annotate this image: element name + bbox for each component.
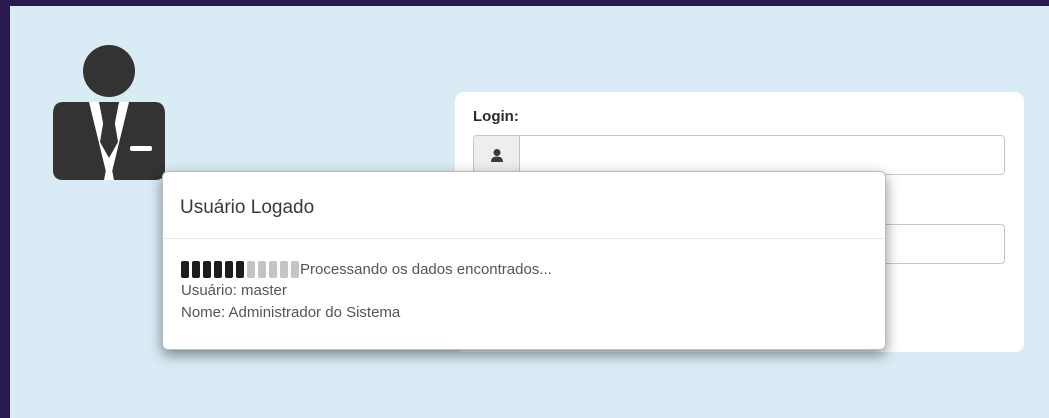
progress-segment (236, 260, 244, 278)
progress-segment (258, 260, 266, 278)
user-logged-modal: Usuário Logado Processando os dados enco… (162, 171, 886, 350)
modal-body: Processando os dados encontrados... Usuá… (163, 239, 885, 321)
modal-title: Usuário Logado (180, 197, 315, 218)
login-label: Login: (473, 108, 519, 125)
progress-segment (291, 260, 299, 278)
status-text: Processando os dados encontrados... (300, 260, 552, 278)
progress-segment (192, 260, 200, 278)
progress-line: Processando os dados encontrados... (181, 260, 885, 278)
progress-segment (214, 260, 222, 278)
progress-indicator (181, 260, 299, 278)
progress-segment (181, 260, 189, 278)
user-avatar-icon (53, 45, 165, 180)
username-input[interactable] (520, 136, 1004, 174)
name-info: Nome: Administrador do Sistema (181, 304, 401, 321)
progress-segment (269, 260, 277, 278)
user-icon (474, 136, 520, 174)
progress-segment (203, 260, 211, 278)
progress-segment (225, 260, 233, 278)
user-info: Usuário: master (181, 282, 287, 299)
progress-segment (247, 260, 255, 278)
progress-segment (280, 260, 288, 278)
modal-header: Usuário Logado (163, 172, 885, 239)
username-input-group (473, 135, 1005, 175)
